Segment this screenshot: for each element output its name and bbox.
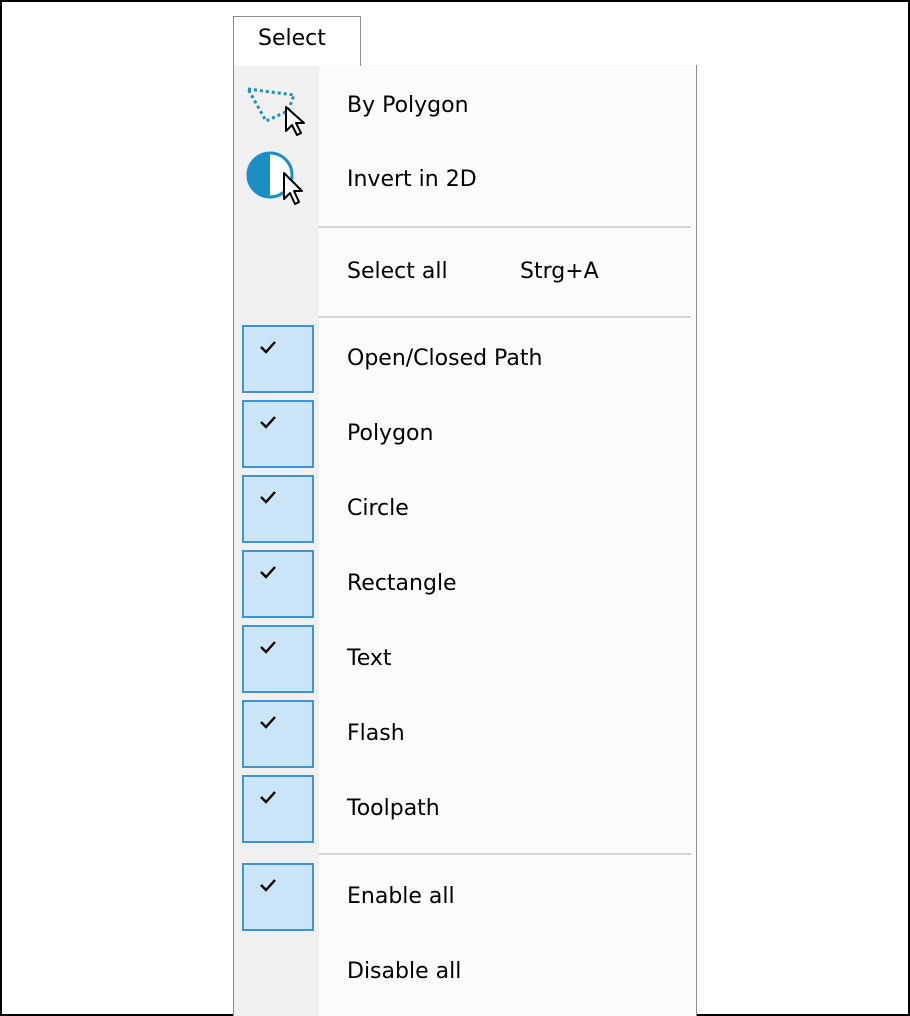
menu-item-polygon[interactable]: Polygon [234, 399, 696, 471]
select-menu-tab[interactable]: Select [233, 16, 361, 66]
menu-item-flash[interactable]: Flash [234, 699, 696, 771]
checkmark-box [242, 550, 314, 618]
menu-item-label: By Polygon [347, 93, 469, 118]
menu-item-disable-all[interactable]: Disable all [234, 937, 696, 1009]
menu-item-shortcut: Strg+A [520, 259, 599, 284]
checkmark-box [242, 475, 314, 543]
select-dropdown-menu: By Polygon Invert in 2D Select all Strg+… [233, 65, 697, 1016]
polygon-select-icon [245, 87, 305, 136]
check-icon [260, 491, 276, 504]
menu-item-select-all[interactable]: Select all Strg+A [234, 235, 696, 315]
checkmark-box [242, 625, 314, 693]
invert-select-icon [246, 151, 303, 205]
menu-item-circle[interactable]: Circle [234, 474, 696, 546]
check-icon [260, 641, 276, 654]
menu-item-open-closed-path[interactable]: Open/Closed Path [234, 324, 696, 396]
check-icon [260, 566, 276, 579]
menu-item-text[interactable]: Text [234, 624, 696, 696]
menu-separator [319, 853, 691, 855]
menu-item-label: Circle [347, 496, 409, 521]
checkmark-box [242, 400, 314, 468]
menu-item-label: Select all [347, 259, 448, 284]
checkmark-box [242, 863, 314, 931]
check-icon [260, 791, 276, 804]
menu-item-label: Invert in 2D [347, 167, 477, 192]
menu-item-label: Enable all [347, 884, 455, 909]
checkmark-box [242, 700, 314, 768]
check-icon [260, 416, 276, 429]
select-menu-title: Select [258, 26, 326, 51]
menu-item-invert-in-2d[interactable]: Invert in 2D [234, 143, 696, 217]
menu-item-label: Rectangle [347, 571, 457, 596]
check-icon [260, 879, 276, 892]
menu-item-label: Disable all [347, 959, 462, 984]
menu-item-by-polygon[interactable]: By Polygon [234, 73, 696, 143]
check-icon [260, 341, 276, 354]
checkmark-box [242, 775, 314, 843]
menu-item-label: Toolpath [347, 796, 440, 821]
menu-item-enable-all[interactable]: Enable all [234, 862, 696, 934]
menu-item-rectangle[interactable]: Rectangle [234, 549, 696, 621]
checkmark-box [242, 325, 314, 393]
menu-item-label: Open/Closed Path [347, 346, 543, 371]
menu-separator [319, 226, 691, 228]
check-icon [260, 716, 276, 729]
menu-item-toolpath[interactable]: Toolpath [234, 774, 696, 846]
menu-item-label: Polygon [347, 421, 434, 446]
menu-separator [319, 316, 691, 318]
menu-item-label: Text [347, 646, 392, 671]
menu-item-label: Flash [347, 721, 405, 746]
